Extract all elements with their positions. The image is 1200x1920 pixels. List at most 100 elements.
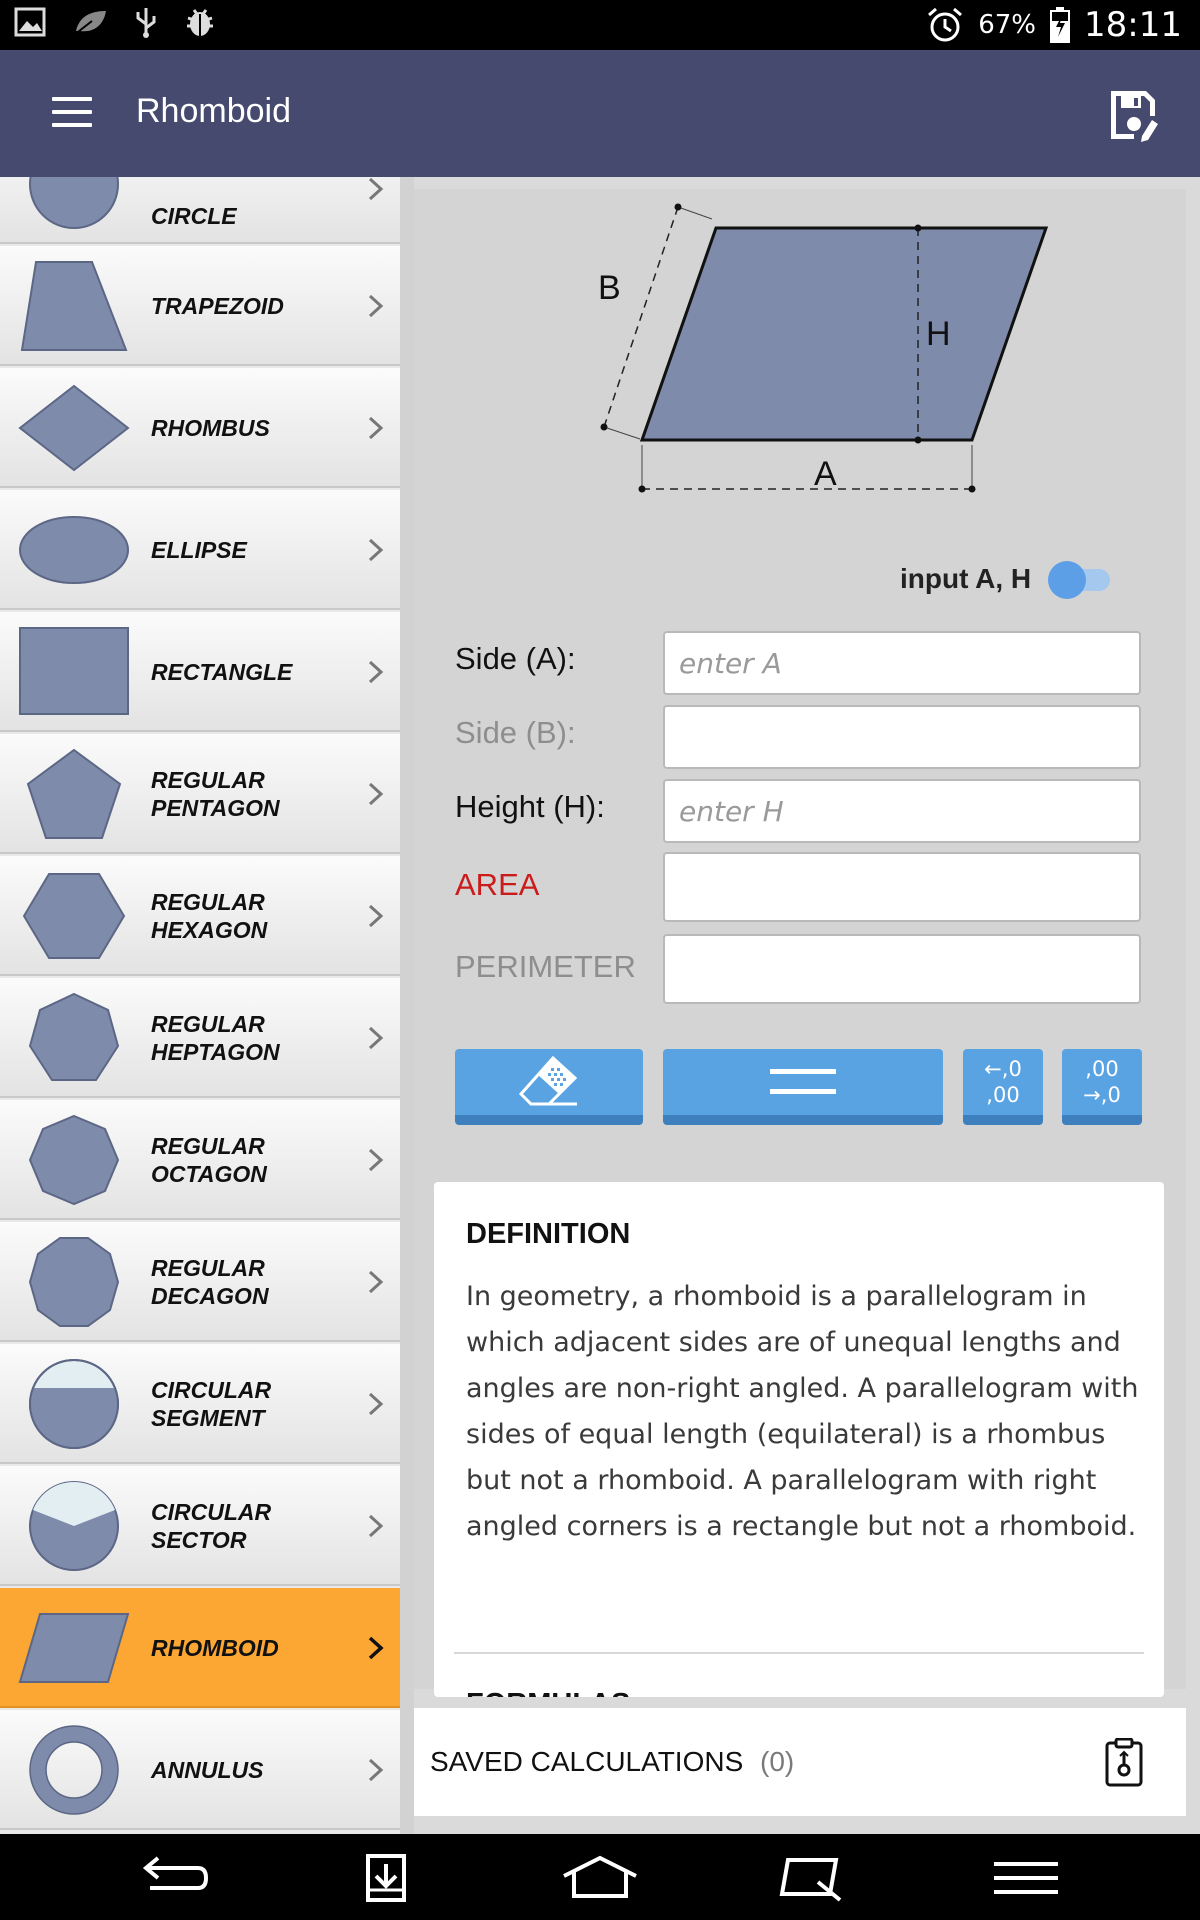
chevron-right-icon bbox=[368, 416, 384, 440]
app-bar: Rhomboid bbox=[0, 50, 1200, 177]
shape-item-circular-sector[interactable]: CIRCULAR SECTOR bbox=[0, 1466, 400, 1586]
sidebar-divider bbox=[400, 177, 414, 1834]
input-mode-toggle[interactable] bbox=[1048, 561, 1110, 599]
side-b-input bbox=[663, 705, 1141, 769]
pentagon-shape-icon bbox=[26, 748, 122, 839]
home-icon[interactable] bbox=[560, 1852, 640, 1904]
calculator-panel: B H A input A, H Side (A): Side (B): Hei… bbox=[414, 177, 1200, 1834]
side-a-label: Side (A): bbox=[455, 641, 576, 676]
clock: 18:11 bbox=[1084, 5, 1182, 45]
eraser-icon bbox=[518, 1055, 578, 1106]
shape-label: REGULAR OCTAGON bbox=[151, 1133, 267, 1187]
status-bar: 67% 18:11 bbox=[0, 0, 1200, 50]
chevron-right-icon bbox=[368, 1026, 384, 1050]
side-a-input[interactable] bbox=[663, 631, 1141, 695]
shape-list: CIRCLE TRAPEZOID RHOMBUS ELLIPSE RECTANG… bbox=[0, 177, 400, 1834]
menu-lines-icon[interactable] bbox=[986, 1852, 1066, 1904]
height-input[interactable] bbox=[663, 779, 1141, 843]
shape-item-regular-pentagon[interactable]: REGULAR PENTAGON bbox=[0, 734, 400, 854]
octagon-shape-icon bbox=[28, 1114, 120, 1206]
chevron-right-icon bbox=[368, 904, 384, 928]
decrease-decimals-button[interactable]: ←,0 ,00 bbox=[963, 1049, 1043, 1125]
chevron-right-icon bbox=[368, 1270, 384, 1294]
menu-icon[interactable] bbox=[52, 97, 92, 127]
shape-item-trapezoid[interactable]: TRAPEZOID bbox=[0, 246, 400, 366]
decagon-shape-icon bbox=[28, 1237, 120, 1327]
back-icon[interactable] bbox=[134, 1852, 214, 1904]
hexagon-shape-icon bbox=[22, 873, 126, 959]
shape-item-rhomboid[interactable]: RHOMBOID bbox=[0, 1588, 400, 1708]
chevron-right-icon bbox=[368, 1758, 384, 1782]
increase-decimals-button[interactable]: ,00 →,0 bbox=[1062, 1049, 1142, 1125]
alarm-icon bbox=[928, 7, 963, 42]
shape-label: REGULAR HEPTAGON bbox=[151, 1011, 280, 1065]
shape-label: TRAPEZOID bbox=[151, 293, 284, 319]
chevron-right-icon bbox=[368, 177, 384, 201]
chevron-right-icon bbox=[368, 660, 384, 684]
clear-button[interactable] bbox=[455, 1049, 643, 1125]
chevron-right-icon bbox=[368, 1148, 384, 1172]
usb-icon bbox=[136, 8, 156, 38]
shape-item-regular-decagon[interactable]: REGULAR DECAGON bbox=[0, 1222, 400, 1342]
shape-item-ellipse[interactable]: ELLIPSE bbox=[0, 490, 400, 610]
shape-item-annulus[interactable]: ANNULUS bbox=[0, 1710, 400, 1830]
chevron-right-icon bbox=[368, 782, 384, 806]
shape-item-regular-octagon[interactable]: REGULAR OCTAGON bbox=[0, 1100, 400, 1220]
heptagon-shape-icon bbox=[28, 992, 120, 1081]
leaf-notification-icon bbox=[73, 11, 106, 36]
shape-item-regular-heptagon[interactable]: REGULAR HEPTAGON bbox=[0, 978, 400, 1098]
rhomboid-diagram: B H A bbox=[598, 203, 1049, 493]
shape-label: CIRCULAR SECTOR bbox=[151, 1499, 272, 1553]
shape-item-rectangle[interactable]: RECTANGLE bbox=[0, 612, 400, 732]
battery-charging-icon bbox=[1050, 7, 1071, 43]
circular-sector-shape-icon bbox=[29, 1481, 119, 1571]
clipboard-icon[interactable] bbox=[1100, 1738, 1148, 1788]
equals-icon bbox=[770, 1069, 836, 1094]
gallery-notification-icon bbox=[14, 7, 46, 37]
shape-item-regular-hexagon[interactable]: REGULAR HEXAGON bbox=[0, 856, 400, 976]
area-output bbox=[663, 852, 1141, 922]
toggle-label: input A, H bbox=[900, 563, 1032, 594]
diagram-label-h: H bbox=[926, 315, 951, 353]
shape-item-rhombus[interactable]: RHOMBUS bbox=[0, 368, 400, 488]
calculate-button[interactable] bbox=[663, 1049, 943, 1125]
side-b-label: Side (B): bbox=[455, 715, 576, 750]
saved-calculations-label: SAVED CALCULATIONS bbox=[430, 1746, 744, 1777]
rectangle-shape-icon bbox=[19, 627, 129, 715]
circular-segment-shape-icon bbox=[29, 1359, 119, 1449]
saved-calculations-bar[interactable]: SAVED CALCULATIONS (0) bbox=[414, 1708, 1186, 1816]
shape-label: REGULAR HEXAGON bbox=[151, 889, 268, 943]
rhomboid-shape-icon bbox=[18, 1613, 130, 1683]
height-label: Height (H): bbox=[455, 789, 605, 824]
annulus-shape-icon bbox=[29, 1725, 119, 1815]
diagram-label-b: B bbox=[598, 269, 621, 307]
shape-label: RHOMBOID bbox=[151, 1635, 279, 1661]
saved-calculations-count: (0) bbox=[760, 1746, 795, 1777]
page-title: Rhomboid bbox=[136, 92, 291, 130]
system-nav-bar bbox=[0, 1834, 1200, 1920]
shape-label: ELLIPSE bbox=[151, 537, 247, 563]
shape-label: REGULAR PENTAGON bbox=[151, 767, 280, 821]
perimeter-output bbox=[663, 934, 1141, 1004]
shape-label: ANNULUS bbox=[151, 1757, 264, 1783]
divider bbox=[454, 1652, 1144, 1654]
shape-item-circle[interactable]: CIRCLE bbox=[0, 177, 400, 244]
recent-apps-icon[interactable] bbox=[774, 1852, 854, 1904]
shape-label: CIRCLE bbox=[151, 203, 237, 229]
bug-icon bbox=[187, 9, 213, 36]
chevron-right-icon bbox=[368, 294, 384, 318]
definition-text: In geometry, a rhomboid is a parallelogr… bbox=[466, 1281, 1139, 1542]
save-icon[interactable] bbox=[1108, 88, 1164, 144]
chevron-right-icon bbox=[368, 1392, 384, 1416]
shape-label: CIRCULAR SEGMENT bbox=[151, 1377, 272, 1431]
formulas-title: FORMULAS bbox=[466, 1688, 630, 1697]
shape-label: REGULAR DECAGON bbox=[151, 1255, 269, 1309]
chevron-right-icon bbox=[368, 1514, 384, 1538]
perimeter-label: PERIMETER bbox=[455, 949, 636, 984]
download-icon[interactable] bbox=[346, 1852, 426, 1904]
circle-shape-icon bbox=[29, 177, 119, 229]
rhombus-shape-icon bbox=[18, 384, 130, 472]
ellipse-shape-icon bbox=[19, 516, 129, 584]
shape-item-circular-segment[interactable]: CIRCULAR SEGMENT bbox=[0, 1344, 400, 1464]
shape-label: RECTANGLE bbox=[151, 659, 293, 685]
